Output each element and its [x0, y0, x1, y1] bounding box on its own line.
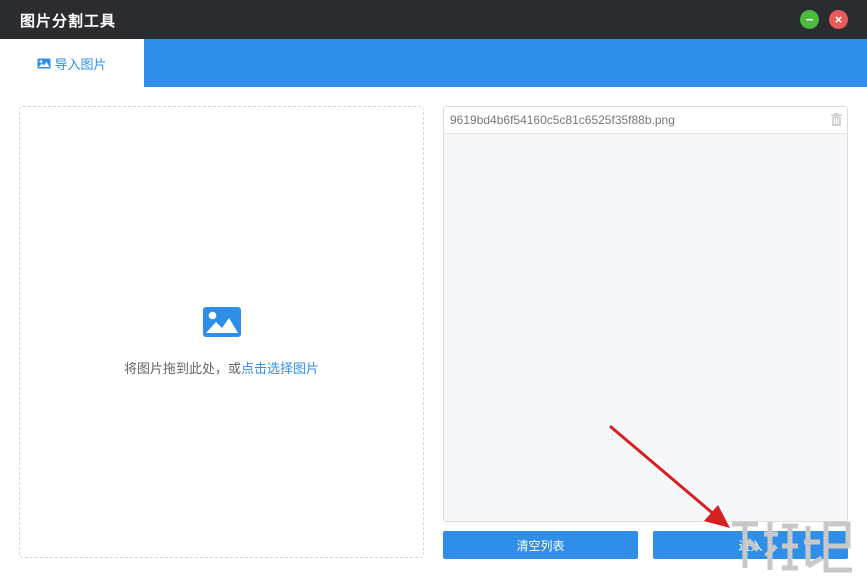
image-icon: [203, 307, 241, 337]
close-icon: ×: [834, 12, 843, 27]
tab-bar: 导入图片: [0, 39, 867, 87]
tab-label: 导入图片: [54, 56, 107, 72]
watermark-logo: [732, 521, 852, 573]
drop-hint-text: 将图片拖到此处，或: [123, 361, 241, 376]
trash-icon[interactable]: [831, 113, 842, 126]
minimize-icon: −: [805, 12, 814, 27]
tab-import-image[interactable]: 导入图片: [0, 39, 144, 87]
image-icon: [37, 58, 51, 68]
close-button[interactable]: ×: [829, 10, 848, 29]
title-bar: 图片分割工具 − ×: [0, 0, 867, 39]
select-image-link[interactable]: 点击选择图片: [241, 361, 319, 376]
file-name: 9619bd4b6f54160c5c81c6525f35f88b.png: [450, 113, 675, 127]
drop-hint: 将图片拖到此处，或点击选择图片: [20, 358, 423, 377]
minimize-button[interactable]: −: [800, 10, 819, 29]
image-drop-zone[interactable]: 将图片拖到此处，或点击选择图片: [19, 106, 424, 558]
list-item[interactable]: 9619bd4b6f54160c5c81c6525f35f88b.png: [444, 107, 847, 134]
clear-list-button[interactable]: 清空列表: [443, 531, 638, 559]
window-title: 图片分割工具: [20, 13, 117, 30]
file-list: 9619bd4b6f54160c5c81c6525f35f88b.png: [443, 106, 848, 522]
